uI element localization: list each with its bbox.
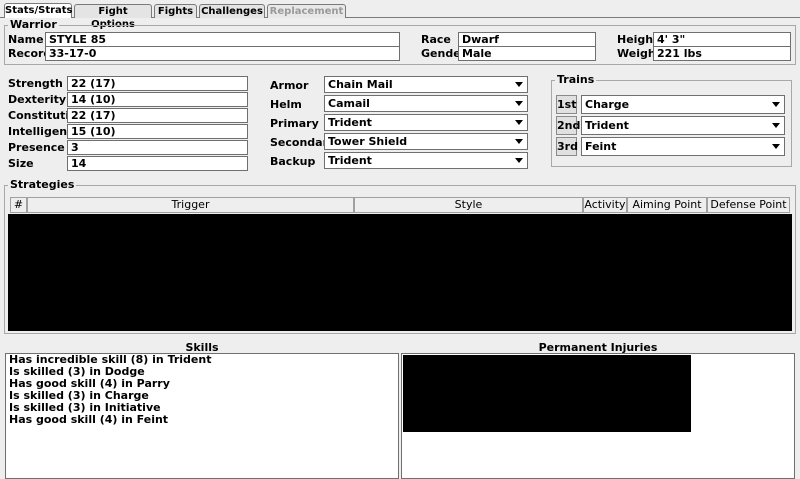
secondary-select[interactable]: Tower Shield: [324, 133, 528, 150]
train-3rd-select[interactable]: Feint: [581, 137, 785, 156]
stat-field-constitution[interactable]: 22 (17): [67, 108, 248, 123]
weight-field[interactable]: 221 lbs: [653, 46, 791, 61]
chevron-down-icon: [515, 101, 523, 106]
train-1st-select[interactable]: Charge: [581, 95, 785, 114]
height-field[interactable]: 4' 3": [653, 32, 791, 47]
chevron-down-icon: [772, 144, 780, 149]
train-2nd-button[interactable]: 2nd: [556, 116, 580, 135]
stat-label-size: Size: [8, 157, 34, 170]
col-header-aiming-point[interactable]: Aiming Point: [627, 197, 707, 213]
col-header-trigger[interactable]: Trigger: [27, 197, 354, 213]
helm-select[interactable]: Camail: [324, 95, 528, 112]
gender-field[interactable]: Male: [458, 46, 596, 61]
strategies-table-body[interactable]: [8, 214, 792, 331]
record-field[interactable]: 33-17-0: [45, 46, 400, 61]
stat-label-dexterity: Dexterity: [8, 93, 67, 106]
tab-fights[interactable]: Fights: [154, 4, 197, 18]
col-header-defense-point[interactable]: Defense Point: [707, 197, 790, 213]
tab-replacement: Replacement: [267, 4, 346, 18]
armor-value: Chain Mail: [328, 78, 393, 91]
train-3rd-button[interactable]: 3rd: [556, 137, 578, 156]
train-1st-value: Charge: [585, 98, 630, 111]
col-header-activity[interactable]: Activity: [583, 197, 627, 213]
skills-list[interactable]: Has incredible skill (8) in Trident Is s…: [5, 353, 399, 479]
chevron-down-icon: [515, 120, 523, 125]
train-1st-button[interactable]: 1st: [556, 95, 577, 114]
skill-item: Has good skill (4) in Feint: [9, 413, 169, 426]
primary-label: Primary: [270, 117, 319, 130]
helm-label: Helm: [270, 98, 302, 111]
injuries-list-content: [403, 355, 691, 432]
armor-label: Armor: [270, 79, 309, 92]
col-header-style[interactable]: Style: [354, 197, 583, 213]
secondary-value: Tower Shield: [328, 135, 408, 148]
stat-label-strength: Strength: [8, 77, 63, 90]
chevron-down-icon: [772, 102, 780, 107]
backup-value: Trident: [328, 154, 372, 167]
name-label: Name: [8, 33, 44, 46]
stat-field-dexterity[interactable]: 14 (10): [67, 92, 248, 107]
helm-value: Camail: [328, 97, 370, 110]
stat-field-size[interactable]: 14: [67, 156, 248, 171]
injuries-list[interactable]: [401, 353, 795, 479]
tab-challenges[interactable]: Challenges: [199, 4, 265, 18]
stat-field-presence[interactable]: 3: [67, 140, 248, 155]
chevron-down-icon: [515, 82, 523, 87]
chevron-down-icon: [772, 123, 780, 128]
armor-select[interactable]: Chain Mail: [324, 76, 528, 93]
race-field[interactable]: Dwarf: [458, 32, 596, 47]
race-label: Race: [421, 33, 451, 46]
warrior-legend: Warrior: [8, 18, 59, 31]
train-2nd-value: Trident: [585, 119, 629, 132]
chevron-down-icon: [515, 139, 523, 144]
backup-label: Backup: [270, 155, 316, 168]
tab-fight-options[interactable]: Fight Options: [74, 4, 152, 30]
tab-stats-strats[interactable]: Stats/Strats: [4, 3, 73, 18]
stat-field-strength[interactable]: 22 (17): [67, 76, 248, 91]
primary-value: Trident: [328, 116, 372, 129]
trains-legend: Trains: [555, 73, 597, 86]
strategies-legend: Strategies: [8, 178, 77, 191]
name-field[interactable]: STYLE 85: [45, 32, 400, 47]
train-3rd-value: Feint: [585, 140, 617, 153]
stat-field-intelligence[interactable]: 15 (10): [67, 124, 248, 139]
primary-select[interactable]: Trident: [324, 114, 528, 131]
backup-select[interactable]: Trident: [324, 152, 528, 169]
col-header-number[interactable]: #: [10, 197, 27, 213]
stat-label-presence: Presence: [8, 141, 65, 154]
train-2nd-select[interactable]: Trident: [581, 116, 785, 135]
chevron-down-icon: [515, 158, 523, 163]
